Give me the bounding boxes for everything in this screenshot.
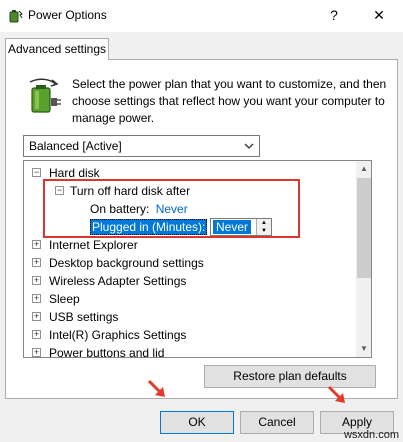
expand-icon[interactable]: + [32,294,41,303]
tab-advanced-settings[interactable]: Advanced settings [5,38,109,60]
tree-node-label: Power buttons and lid [49,346,165,358]
expand-icon[interactable]: + [32,330,41,339]
tree-scrollbar[interactable]: ▲ ▼ [356,161,371,357]
ok-button[interactable]: OK [160,411,234,434]
expand-icon[interactable]: + [32,348,41,357]
power-options-icon [9,10,23,23]
tree-node-label: Sleep [49,292,80,306]
power-plan-select[interactable]: Balanced [Active] [23,135,260,157]
scroll-up-icon[interactable]: ▲ [356,161,371,177]
collapse-icon[interactable]: − [32,168,41,177]
restore-defaults-button[interactable]: Restore plan defaults [204,365,376,388]
plan-description: Select the power plan that you want to c… [72,77,387,125]
cancel-button[interactable]: Cancel [240,411,314,434]
arrow-annotation-icon [147,379,165,397]
help-icon[interactable]: ? [324,4,344,26]
tree-node-label: Internet Explorer [49,238,138,252]
expand-icon[interactable]: + [32,276,41,285]
arrow-annotation-icon [327,385,345,403]
tree-node-label: Intel(R) Graphics Settings [49,328,187,342]
highlight-annotation [43,179,300,238]
battery-power-icon [29,78,61,113]
chevron-down-icon [244,143,254,149]
tree-node-label: USB settings [49,310,119,324]
expand-icon[interactable]: + [32,258,41,267]
tree-node-label: Desktop background settings [49,256,204,270]
window-title: Power Options [28,8,107,22]
scroll-thumb[interactable] [357,178,371,278]
expand-icon[interactable]: + [32,312,41,321]
close-icon[interactable]: ✕ [369,4,389,26]
power-plan-value: Balanced [Active] [29,139,122,153]
tree-node-label: Wireless Adapter Settings [49,274,187,288]
scroll-down-icon[interactable]: ▼ [356,341,371,357]
expand-icon[interactable]: + [32,240,41,249]
watermark: wsxdn.com [343,429,399,441]
